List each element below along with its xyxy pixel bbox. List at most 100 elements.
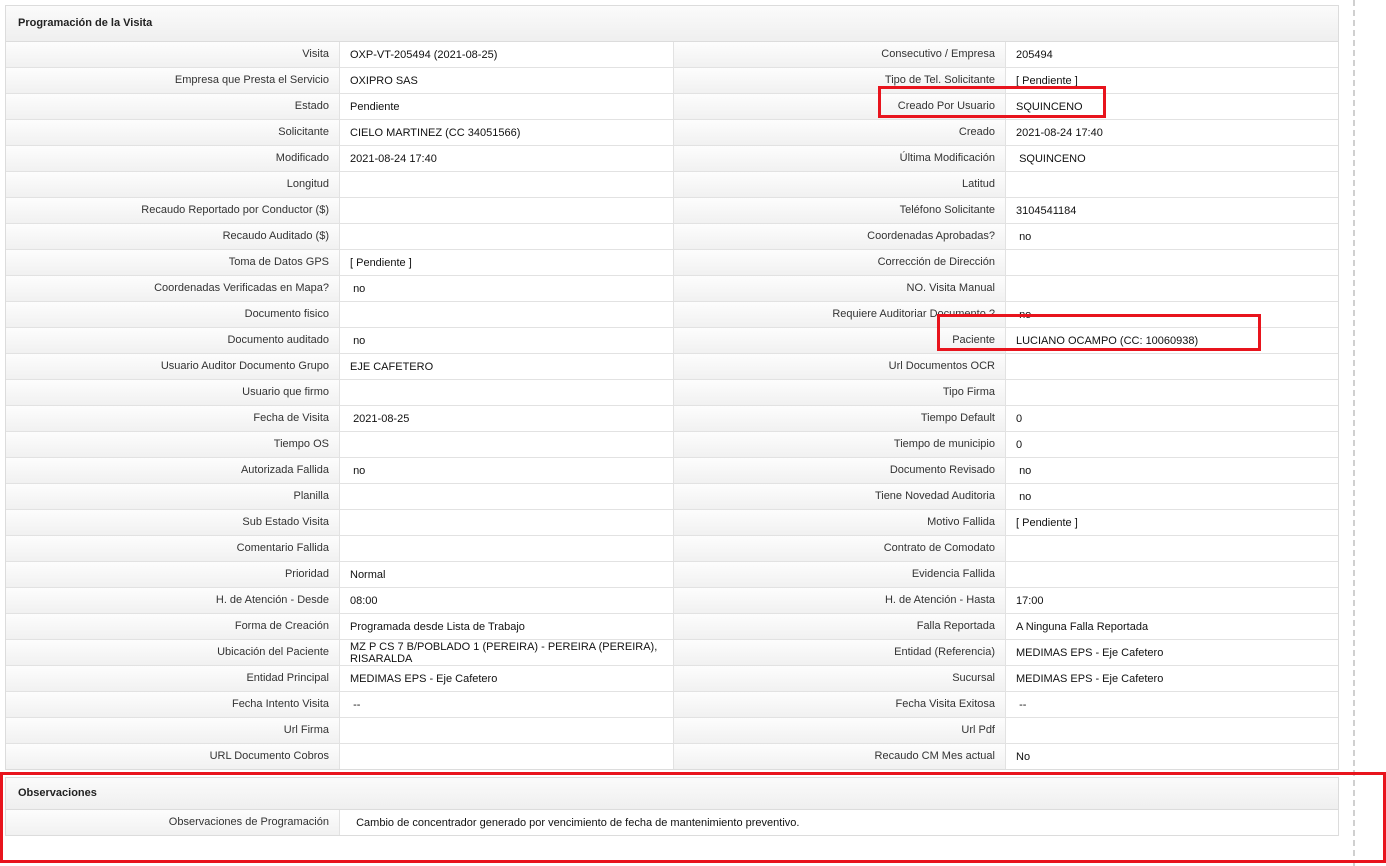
field-value: SQUINCENO <box>1006 94 1338 119</box>
field-value-text: [ Pendiente ] <box>1016 516 1078 529</box>
field-value: [ Pendiente ] <box>340 250 674 275</box>
field-value: no <box>1006 458 1338 483</box>
field-value-text: SQUINCENO <box>1016 100 1083 113</box>
field-label: Última Modificación <box>674 146 1006 171</box>
field-value-text: MEDIMAS EPS - Eje Cafetero <box>1016 672 1164 685</box>
table-row: Fecha de Visita 2021-08-25 Tiempo Default… <box>6 406 1338 432</box>
field-label: Evidencia Fallida <box>674 562 1006 587</box>
field-label: Motivo Fallida <box>674 510 1006 535</box>
table-row: Recaudo Auditado ($) Coordenadas Aprobada… <box>6 224 1338 250</box>
field-value: Pendiente <box>340 94 674 119</box>
field-value: no <box>340 276 674 301</box>
field-value-text: OXP-VT-205494 (2021-08-25) <box>350 48 498 61</box>
table-row: Longitud Latitud <box>6 172 1338 198</box>
field-value <box>1006 718 1338 743</box>
field-value-text: -- <box>350 698 361 711</box>
field-value: MEDIMAS EPS - Eje Cafetero <box>1006 666 1338 691</box>
field-value-text: -- <box>1016 698 1027 711</box>
field-value <box>340 510 674 535</box>
programacion-panel: Programación de la Visita Visita OXP-VT-2… <box>5 5 1339 770</box>
field-value-text: MEDIMAS EPS - Eje Cafetero <box>1016 646 1164 659</box>
observaciones-panel: Observaciones Observaciones de Programac… <box>5 777 1339 836</box>
field-label: Forma de Creación <box>6 614 340 639</box>
field-value: OXP-VT-205494 (2021-08-25) <box>340 42 674 67</box>
field-value-text: 0 <box>1016 412 1023 425</box>
field-value: MZ P CS 7 B/POBLADO 1 (PEREIRA) - PEREIR… <box>340 640 674 665</box>
field-value-text: no <box>350 464 366 477</box>
field-value-text: LUCIANO OCAMPO (CC: 10060938) <box>1016 334 1199 347</box>
observaciones-value: Cambio de concentrador generado por venc… <box>340 810 1338 835</box>
table-row: Coordenadas Verificadas en Mapa? no NO. V… <box>6 276 1338 302</box>
field-value: 2021-08-24 17:40 <box>1006 120 1338 145</box>
table-row: Estado Pendiente Creado Por Usuario SQUINCE… <box>6 94 1338 120</box>
field-value <box>340 536 674 561</box>
field-label: Longitud <box>6 172 340 197</box>
field-label: Tipo de Tel. Solicitante <box>674 68 1006 93</box>
field-label: Recaudo Reportado por Conductor ($) <box>6 198 340 223</box>
field-value-text: no <box>1016 230 1032 243</box>
field-value: LUCIANO OCAMPO (CC: 10060938) <box>1006 328 1338 353</box>
field-value: CIELO MARTINEZ (CC 34051566) <box>340 120 674 145</box>
field-value-text: no <box>1016 464 1032 477</box>
field-value: SQUINCENO <box>1006 146 1338 171</box>
field-value <box>1006 354 1338 379</box>
field-label: Fecha de Visita <box>6 406 340 431</box>
table-row: H. de Atención - Desde 08:00 H. de Atenció… <box>6 588 1338 614</box>
field-value-text: Programada desde Lista de Trabajo <box>350 620 525 633</box>
programacion-table: Visita OXP-VT-205494 (2021-08-25) Consecut… <box>6 42 1338 769</box>
table-row: Solicitante CIELO MARTINEZ (CC 34051566) C… <box>6 120 1338 146</box>
field-value: 0 <box>1006 406 1338 431</box>
field-label: Requiere Auditoriar Documento ? <box>674 302 1006 327</box>
field-label: Url Documentos OCR <box>674 354 1006 379</box>
observaciones-row: Observaciones de Programación Cambio de … <box>6 810 1338 835</box>
field-label: Prioridad <box>6 562 340 587</box>
field-label: Paciente <box>674 328 1006 353</box>
field-value: -- <box>340 692 674 717</box>
table-row: Autorizada Fallida no Documento Revisado … <box>6 458 1338 484</box>
field-label: Entidad (Referencia) <box>674 640 1006 665</box>
field-value-text: no <box>350 282 366 295</box>
field-value-text: 0 <box>1016 438 1023 451</box>
field-value-text: EJE CAFETERO <box>350 360 434 373</box>
field-label: Empresa que Presta el Servicio <box>6 68 340 93</box>
field-value-text: 2021-08-25 <box>350 412 410 425</box>
field-value-text: 3104541184 <box>1016 204 1077 217</box>
field-label: Url Pdf <box>674 718 1006 743</box>
field-label: Consecutivo / Empresa <box>674 42 1006 67</box>
field-value-text: no <box>1016 308 1032 321</box>
field-value-text: No <box>1016 750 1031 763</box>
field-value-text: no <box>1016 490 1032 503</box>
field-value-text: MEDIMAS EPS - Eje Cafetero <box>350 672 498 685</box>
field-value <box>340 302 674 327</box>
field-value: no <box>1006 302 1338 327</box>
table-row: Empresa que Presta el Servicio OXIPRO SAS… <box>6 68 1338 94</box>
field-label: Recaudo CM Mes actual <box>674 744 1006 769</box>
field-value: OXIPRO SAS <box>340 68 674 93</box>
field-value: 17:00 <box>1006 588 1338 613</box>
field-value: 205494 <box>1006 42 1338 67</box>
field-label: Documento auditado <box>6 328 340 353</box>
field-value <box>340 744 674 769</box>
field-value-text: [ Pendiente ] <box>350 256 412 269</box>
field-value: [ Pendiente ] <box>1006 68 1338 93</box>
observaciones-text: Cambio de concentrador generado por venc… <box>350 816 800 829</box>
field-label: Creado Por Usuario <box>674 94 1006 119</box>
table-row: Comentario Fallida Contrato de Comodato <box>6 536 1338 562</box>
field-value: [ Pendiente ] <box>1006 510 1338 535</box>
field-value: Normal <box>340 562 674 587</box>
table-row: Ubicación del Paciente MZ P CS 7 B/POBLAD… <box>6 640 1338 666</box>
field-label: Tiempo Default <box>674 406 1006 431</box>
table-row: Toma de Datos GPS [ Pendiente ] Corrección… <box>6 250 1338 276</box>
field-label: Tipo Firma <box>674 380 1006 405</box>
field-value-text: 08:00 <box>350 594 378 607</box>
field-label: Comentario Fallida <box>6 536 340 561</box>
field-label: Autorizada Fallida <box>6 458 340 483</box>
field-value: no <box>1006 224 1338 249</box>
field-label: Visita <box>6 42 340 67</box>
field-value-text: 17:00 <box>1016 594 1044 607</box>
field-label: Planilla <box>6 484 340 509</box>
table-row: Fecha Intento Visita -- Fecha Visita Exit… <box>6 692 1338 718</box>
field-label: Url Firma <box>6 718 340 743</box>
field-value <box>1006 562 1338 587</box>
field-value <box>340 718 674 743</box>
